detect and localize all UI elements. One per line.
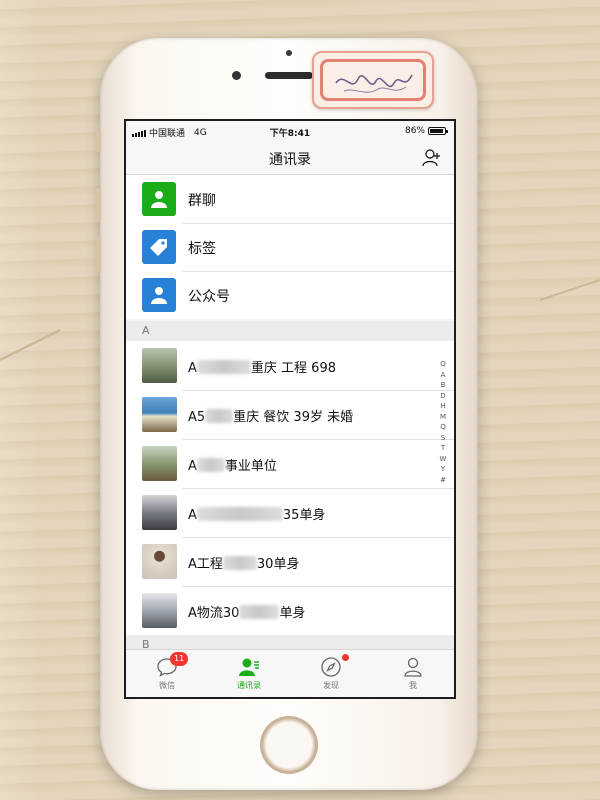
section-header-a: A — [126, 321, 454, 341]
phone-screen: 中国联通 4G 下午8:41 86% 通讯录 群聊 标签 公众号 A A 重庆 … — [124, 119, 456, 699]
contacts-icon — [239, 658, 259, 676]
handwritten-sticker — [312, 51, 434, 109]
contact-row[interactable]: A 重庆 工程 698 — [126, 341, 454, 390]
redaction-blur — [196, 507, 283, 521]
index-letter[interactable]: Y — [441, 464, 445, 475]
contact-row[interactable]: A 事业单位 — [126, 439, 454, 488]
mute-switch — [96, 238, 101, 272]
avatar — [142, 593, 177, 628]
redaction-blur — [222, 556, 257, 570]
index-letter[interactable]: H — [440, 401, 445, 412]
tab-chats[interactable]: 微信 11 — [126, 650, 208, 697]
redaction-blur — [239, 605, 280, 619]
group-chat-icon — [142, 182, 176, 216]
proximity-sensor — [286, 50, 292, 56]
official-account-label: 公众号 — [188, 289, 230, 305]
index-letter[interactable]: # — [440, 475, 446, 486]
compass-icon — [321, 657, 341, 677]
official-account-icon — [142, 278, 176, 312]
tag-item[interactable]: 标签 — [126, 223, 454, 271]
contact-name: A 事业单位 — [188, 458, 277, 474]
contact-row[interactable]: A物流30 单身 — [126, 586, 454, 635]
redaction-blur — [205, 409, 234, 423]
earpiece-speaker — [265, 72, 313, 79]
contact-name: A 35单身 — [188, 507, 326, 523]
contact-name: A物流30 单身 — [188, 605, 306, 621]
tab-me[interactable]: 我 — [372, 650, 454, 697]
contact-row[interactable]: A工程 30单身 — [126, 537, 454, 586]
index-letter[interactable]: Q — [440, 422, 446, 433]
group-chat-item[interactable]: 群聊 — [126, 175, 454, 223]
battery-percent: 86% — [404, 126, 425, 136]
group-chat-label: 群聊 — [188, 193, 216, 209]
unread-badge: 11 — [170, 652, 189, 666]
index-letter[interactable]: A — [441, 370, 446, 381]
contact-row[interactable]: A5 重庆 餐饮 39岁 未婚 — [126, 390, 454, 439]
volume-up-button — [96, 130, 101, 152]
index-letter[interactable]: D — [440, 391, 445, 402]
index-letter[interactable]: M — [440, 412, 446, 423]
index-letter[interactable]: T — [441, 443, 445, 454]
alphabet-index[interactable]: Q A B D H M Q S T W Y # — [438, 359, 448, 485]
sticker-scribble — [335, 74, 413, 93]
index-letter[interactable]: B — [441, 380, 446, 391]
tab-contacts-label: 通讯录 — [237, 681, 261, 690]
special-list: 群聊 标签 公众号 — [126, 175, 454, 319]
contact-name: A5 重庆 餐饮 39岁 未婚 — [188, 409, 354, 425]
battery-icon — [428, 127, 448, 135]
tab-me-label: 我 — [409, 681, 417, 690]
contact-list: A 重庆 工程 698 A5 重庆 餐饮 39岁 未婚 A 事业单位 A 35单身 A工… — [126, 341, 454, 635]
index-letter[interactable]: W — [440, 454, 447, 465]
add-friend-icon[interactable] — [422, 149, 442, 167]
tab-bar: 微信 11 通讯录 发现 我 — [126, 649, 454, 697]
avatar — [142, 544, 177, 579]
tag-label: 标签 — [188, 241, 216, 257]
person-icon — [404, 657, 422, 677]
tag-icon — [142, 230, 176, 264]
page-title: 通讯录 — [269, 152, 311, 168]
status-bar: 中国联通 4G 下午8:41 86% — [126, 121, 454, 141]
volume-down-button — [96, 188, 101, 222]
avatar — [142, 495, 177, 530]
new-content-dot — [342, 654, 349, 661]
iphone-body: 中国联通 4G 下午8:41 86% 通讯录 群聊 标签 公众号 A A 重庆 … — [96, 38, 478, 790]
avatar — [142, 348, 177, 383]
tab-contacts[interactable]: 通讯录 — [208, 650, 290, 697]
index-letter[interactable]: S — [441, 433, 445, 444]
navigation-bar: 通讯录 — [126, 141, 454, 175]
tab-chats-label: 微信 — [159, 681, 175, 690]
contact-name: A工程 30单身 — [188, 556, 300, 572]
contact-row[interactable]: A 35单身 — [126, 488, 454, 537]
front-camera — [232, 71, 241, 80]
tab-discover[interactable]: 发现 — [290, 650, 372, 697]
tab-discover-label: 发现 — [323, 681, 339, 690]
redaction-blur — [196, 458, 225, 472]
battery-info: 86% — [404, 126, 448, 136]
contact-name: A 重庆 工程 698 — [188, 360, 336, 376]
official-account-item[interactable]: 公众号 — [126, 271, 454, 319]
home-button[interactable] — [260, 716, 318, 774]
avatar — [142, 446, 177, 481]
redaction-blur — [196, 360, 251, 374]
avatar — [142, 397, 177, 432]
index-letter[interactable]: Q — [440, 359, 446, 370]
